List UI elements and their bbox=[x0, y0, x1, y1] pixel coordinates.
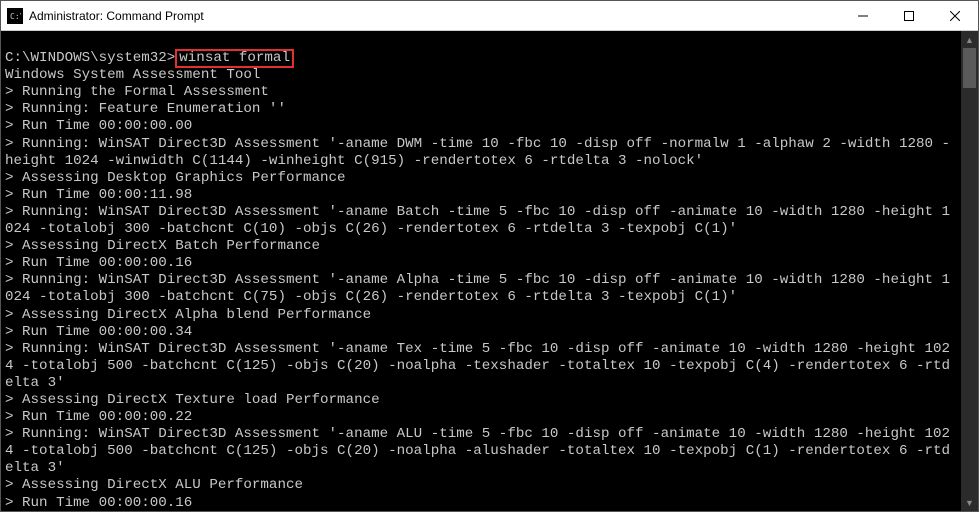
prompt-prefix: C:\WINDOWS\system32> bbox=[5, 50, 175, 66]
terminal-line: > Assessing Desktop Graphics Performance bbox=[5, 170, 957, 187]
terminal-line: > Running: WinSAT Direct3D Assessment '-… bbox=[5, 426, 957, 477]
terminal-line: > Assessing DirectX Texture load Perform… bbox=[5, 392, 957, 409]
titlebar[interactable]: C:\ Administrator: Command Prompt bbox=[1, 1, 978, 31]
terminal-line: > Running: WinSAT Direct3D Assessment '-… bbox=[5, 341, 957, 392]
scroll-up-icon[interactable]: ▲ bbox=[961, 31, 978, 48]
scroll-down-icon[interactable]: ▼ bbox=[961, 494, 978, 511]
terminal-line: > Run Time 00:00:00.34 bbox=[5, 324, 957, 341]
terminal-line: > Running: WinSAT Direct3D Assessment '-… bbox=[5, 136, 957, 170]
close-button[interactable] bbox=[932, 1, 978, 30]
maximize-button[interactable] bbox=[886, 1, 932, 30]
svg-text:C:\: C:\ bbox=[10, 12, 21, 21]
command-prompt-window: C:\ Administrator: Command Prompt C:\WIN… bbox=[0, 0, 979, 512]
cmd-icon: C:\ bbox=[7, 8, 23, 24]
terminal-line: > Run Time 00:00:00.22 bbox=[5, 409, 957, 426]
maximize-icon bbox=[904, 11, 914, 21]
terminal-line: > Running: Feature Enumeration '' bbox=[5, 101, 957, 118]
minimize-icon bbox=[858, 11, 868, 21]
terminal-line: > Running: WinSAT Direct3D Assessment '-… bbox=[5, 204, 957, 238]
terminal-line: > Running: WinSAT Direct3D Assessment '-… bbox=[5, 272, 957, 306]
close-icon bbox=[950, 11, 960, 21]
terminal-area: C:\WINDOWS\system32>winsat formalWindows… bbox=[1, 31, 978, 511]
terminal-line: > Run Time 00:00:00.00 bbox=[5, 118, 957, 135]
scroll-thumb[interactable] bbox=[963, 48, 976, 88]
minimize-button[interactable] bbox=[840, 1, 886, 30]
terminal-line bbox=[5, 33, 957, 50]
terminal-output[interactable]: C:\WINDOWS\system32>winsat formalWindows… bbox=[1, 31, 961, 511]
terminal-line: > Assessing DirectX ALU Performance bbox=[5, 477, 957, 494]
terminal-line: > Assessing DirectX Alpha blend Performa… bbox=[5, 307, 957, 324]
command-highlight: winsat formal bbox=[175, 49, 294, 68]
window-controls bbox=[840, 1, 978, 30]
terminal-line: Windows System Assessment Tool bbox=[5, 67, 957, 84]
terminal-line: > Running the Formal Assessment bbox=[5, 84, 957, 101]
window-title: Administrator: Command Prompt bbox=[29, 9, 840, 23]
terminal-line: > Run Time 00:00:00.16 bbox=[5, 495, 957, 511]
scrollbar[interactable]: ▲ ▼ bbox=[961, 31, 978, 511]
prompt-line: C:\WINDOWS\system32>winsat formal bbox=[5, 50, 957, 67]
terminal-line: > Assessing DirectX Batch Performance bbox=[5, 238, 957, 255]
terminal-line: > Run Time 00:00:00.16 bbox=[5, 255, 957, 272]
terminal-line: > Run Time 00:00:11.98 bbox=[5, 187, 957, 204]
